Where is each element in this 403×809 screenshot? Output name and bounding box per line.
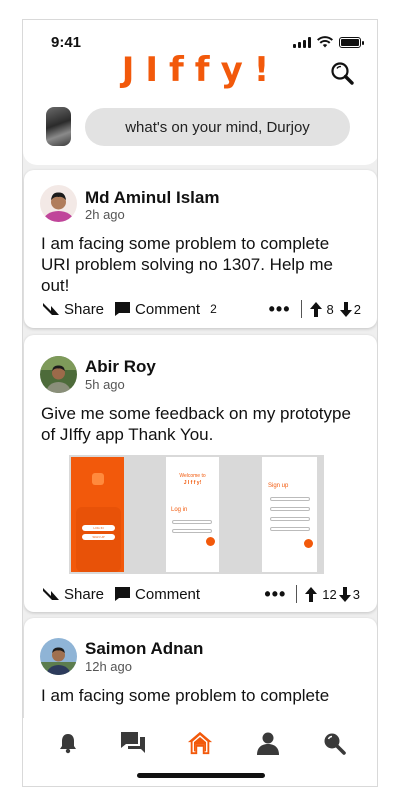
avatar[interactable] (40, 356, 77, 393)
header: 9:41 JIffy! what's on your mind, Durjoy (23, 20, 377, 165)
nav-search[interactable] (321, 730, 347, 756)
downvote-count: 2 (353, 301, 361, 317)
post-actions: Share Comment 2 ••• 8 2 (42, 299, 361, 319)
divider (296, 585, 298, 603)
upvote-count: 8 (326, 301, 334, 317)
search-icon (324, 733, 346, 755)
comment-icon (115, 302, 131, 316)
prototype-field (270, 507, 310, 511)
battery-icon (339, 36, 364, 48)
prototype-field (270, 527, 310, 531)
post-card: Abir Roy 5h ago Give me some feedback on… (24, 335, 377, 612)
bell-icon (60, 734, 76, 754)
more-options-button[interactable]: ••• (264, 584, 286, 605)
avatar[interactable] (40, 638, 77, 675)
comment-icon (115, 587, 131, 601)
prototype-field (172, 520, 212, 524)
comment-label: Comment (135, 585, 201, 603)
app-logo: JIffy! (121, 50, 281, 90)
prototype-field (270, 517, 310, 521)
prototype-login-button: LOG IN (82, 525, 115, 531)
prototype-login-title: Log in (171, 507, 188, 513)
post-time: 5h ago (85, 377, 125, 392)
prototype-screen-splash: LOG IN SIGN UP (71, 457, 124, 572)
share-icon (43, 588, 59, 600)
prototype-welcome: Welcome to (179, 473, 206, 479)
prototype-submit (304, 539, 313, 548)
profile-icon (257, 732, 279, 755)
current-user-avatar[interactable] (46, 107, 71, 146)
post-body: I am facing some problem to complete URI… (41, 234, 333, 295)
prototype-signup-title: Sign up (268, 483, 289, 489)
share-button[interactable]: Share (42, 586, 104, 603)
post-time: 12h ago (85, 659, 132, 674)
prototype-submit (206, 537, 215, 546)
search-icon[interactable] (329, 60, 355, 86)
more-options-button[interactable]: ••• (269, 299, 291, 320)
downvote-count: 3 (352, 586, 360, 602)
downvote-button[interactable]: 3 (338, 586, 360, 602)
upvote-count: 12 (322, 586, 337, 602)
wifi-icon (317, 36, 333, 48)
arrow-up-icon (305, 586, 318, 602)
status-icons (293, 36, 364, 48)
nav-messages[interactable] (120, 730, 146, 756)
avatar[interactable] (40, 185, 77, 222)
divider (300, 300, 302, 318)
upvote-button[interactable]: 12 (305, 586, 337, 602)
messages-icon (121, 732, 145, 753)
prototype-logo (92, 473, 104, 485)
downvote-button[interactable]: 2 (339, 301, 361, 317)
prototype-panel: LOG IN SIGN UP (76, 507, 121, 572)
post-image[interactable]: LOG IN SIGN UP Welcome to J I f f y! Log… (69, 455, 324, 574)
share-button[interactable]: Share (42, 301, 104, 318)
prototype-field (270, 497, 310, 501)
arrow-up-icon (309, 301, 322, 317)
share-label: Share (64, 585, 105, 603)
bottom-nav (23, 718, 377, 786)
prototype-screen-signup: Sign up (262, 457, 317, 572)
comment-count: 2 (210, 302, 217, 316)
post-card: Md Aminul Islam 2h ago I am facing some … (24, 170, 377, 328)
post-body: I am facing some problem to complete (41, 686, 330, 705)
home-icon (187, 731, 213, 755)
post-time: 2h ago (85, 207, 125, 222)
arrow-down-icon (339, 301, 352, 317)
prototype-signup-button: SIGN UP (82, 534, 115, 540)
signal-icon (293, 36, 311, 48)
app-screen: 9:41 JIffy! what's on your mind, Durjoy (22, 19, 378, 787)
nav-profile[interactable] (255, 730, 281, 756)
prototype-field (172, 529, 212, 533)
comment-button[interactable]: Comment (114, 586, 200, 603)
post-body: Give me some feedback on my prototype of… (41, 404, 351, 444)
comment-label: Comment (135, 300, 201, 318)
post-actions: Share Comment ••• 12 3 (42, 584, 360, 604)
nav-home[interactable] (187, 730, 213, 756)
post-composer-input[interactable]: what's on your mind, Durjoy (85, 108, 350, 146)
post-author[interactable]: Abir Roy (85, 357, 156, 377)
upvote-button[interactable]: 8 (309, 301, 334, 317)
post-author[interactable]: Saimon Adnan (85, 639, 203, 659)
prototype-screen-login: Welcome to J I f f y! Log in (166, 457, 219, 572)
post-author[interactable]: Md Aminul Islam (85, 188, 219, 208)
home-indicator[interactable] (137, 773, 265, 778)
status-time: 9:41 (51, 34, 82, 51)
share-icon (43, 303, 59, 315)
prototype-app-name: J I f f y! (183, 480, 202, 486)
arrow-down-icon (338, 586, 351, 602)
comment-button[interactable]: Comment 2 (114, 301, 217, 318)
share-label: Share (64, 300, 105, 318)
nav-notifications[interactable] (55, 730, 81, 756)
